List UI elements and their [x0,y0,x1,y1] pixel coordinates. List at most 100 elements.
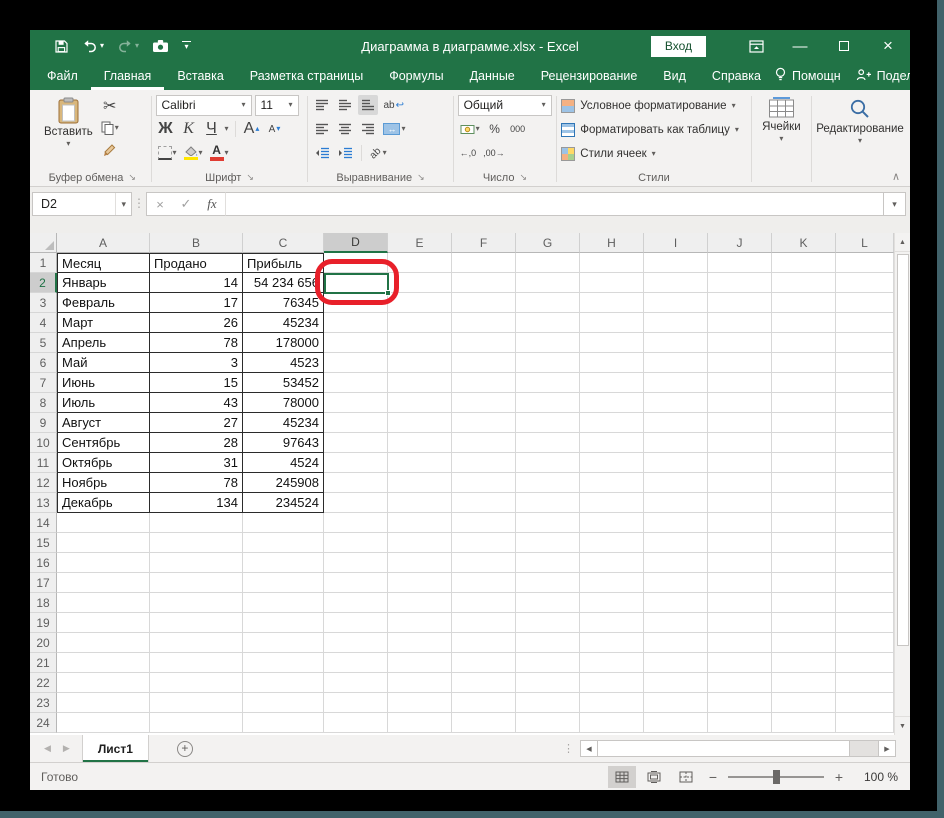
align-left-button[interactable] [312,119,332,139]
cell-G4[interactable] [516,313,580,333]
row-header-13[interactable]: 13 [30,493,57,513]
cell-J24[interactable] [708,713,772,733]
row-header-12[interactable]: 12 [30,473,57,493]
row-header-18[interactable]: 18 [30,593,57,613]
cell-C6[interactable]: 4523 [243,353,324,373]
cell-D8[interactable] [324,393,388,413]
tab-вид[interactable]: Вид [650,62,699,90]
cell-I9[interactable] [644,413,708,433]
cell-H1[interactable] [580,253,644,273]
cell-C8[interactable]: 78000 [243,393,324,413]
cell-C18[interactable] [243,593,324,613]
cell-D20[interactable] [324,633,388,653]
cell-G14[interactable] [516,513,580,533]
cell-K18[interactable] [772,593,836,613]
cell-D21[interactable] [324,653,388,673]
percent-style-button[interactable]: % [485,119,505,139]
horizontal-scrollbar[interactable]: ⋮ ◀ ▶ [563,735,910,762]
cell-B8[interactable]: 43 [150,393,243,413]
cell-C4[interactable]: 45234 [243,313,324,333]
row-header-10[interactable]: 10 [30,433,57,453]
cell-I20[interactable] [644,633,708,653]
paste-dropdown-icon[interactable]: ▾ [66,140,70,148]
cell-G11[interactable] [516,453,580,473]
cell-E8[interactable] [388,393,452,413]
cell-J11[interactable] [708,453,772,473]
cell-I19[interactable] [644,613,708,633]
cell-H4[interactable] [580,313,644,333]
cell-K14[interactable] [772,513,836,533]
cell-B4[interactable]: 26 [150,313,243,333]
cell-H22[interactable] [580,673,644,693]
cell-B7[interactable]: 15 [150,373,243,393]
cell-I5[interactable] [644,333,708,353]
cell-J23[interactable] [708,693,772,713]
cell-F22[interactable] [452,673,516,693]
grow-font-button[interactable]: А▴ [242,119,262,139]
align-bottom-button[interactable] [358,95,378,115]
format-as-table-button[interactable]: Форматировать как таблицу▾ [561,118,746,142]
cell-L11[interactable] [836,453,894,473]
row-header-2[interactable]: 2 [30,273,57,293]
cell-G18[interactable] [516,593,580,613]
cell-L16[interactable] [836,553,894,573]
cell-I14[interactable] [644,513,708,533]
tab-главная[interactable]: Главная [91,62,165,90]
cell-F4[interactable] [452,313,516,333]
scroll-down-icon[interactable]: ▼ [895,716,910,735]
copy-button[interactable]: ▾ [99,118,121,138]
cell-D24[interactable] [324,713,388,733]
cell-D14[interactable] [324,513,388,533]
cell-F3[interactable] [452,293,516,313]
cell-J3[interactable] [708,293,772,313]
cell-K12[interactable] [772,473,836,493]
cell-L7[interactable] [836,373,894,393]
tab-рецензирование[interactable]: Рецензирование [528,62,651,90]
cell-C24[interactable] [243,713,324,733]
italic-button[interactable]: К [179,119,199,139]
zoom-out-button[interactable]: − [702,769,724,785]
cell-C16[interactable] [243,553,324,573]
row-header-21[interactable]: 21 [30,653,57,673]
cell-I24[interactable] [644,713,708,733]
cell-C15[interactable] [243,533,324,553]
cell-E11[interactable] [388,453,452,473]
cell-L14[interactable] [836,513,894,533]
row-header-15[interactable]: 15 [30,533,57,553]
cell-D16[interactable] [324,553,388,573]
cell-A9[interactable]: Август [57,413,150,433]
cell-J10[interactable] [708,433,772,453]
cell-J7[interactable] [708,373,772,393]
cell-G6[interactable] [516,353,580,373]
row-header-17[interactable]: 17 [30,573,57,593]
cell-E20[interactable] [388,633,452,653]
cell-G15[interactable] [516,533,580,553]
cell-C12[interactable]: 245908 [243,473,324,493]
cell-E10[interactable] [388,433,452,453]
cell-K4[interactable] [772,313,836,333]
cell-H19[interactable] [580,613,644,633]
dialog-launcher-icon[interactable]: ↘ [519,173,527,182]
vertical-scrollbar-thumb[interactable] [897,254,909,646]
cell-I11[interactable] [644,453,708,473]
column-header-E[interactable]: E [388,233,452,253]
name-box-dropdown-icon[interactable]: ▾ [115,193,131,215]
conditional-formatting-button[interactable]: Условное форматирование▾ [561,94,746,118]
cell-K22[interactable] [772,673,836,693]
cell-B17[interactable] [150,573,243,593]
cell-I17[interactable] [644,573,708,593]
cell-F24[interactable] [452,713,516,733]
cell-I21[interactable] [644,653,708,673]
cell-J12[interactable] [708,473,772,493]
cell-H11[interactable] [580,453,644,473]
cell-C20[interactable] [243,633,324,653]
cell-D7[interactable] [324,373,388,393]
cell-D12[interactable] [324,473,388,493]
cell-A4[interactable]: Март [57,313,150,333]
column-header-J[interactable]: J [708,233,772,253]
cell-L22[interactable] [836,673,894,693]
zoom-in-button[interactable]: + [828,769,850,785]
cell-G7[interactable] [516,373,580,393]
vertical-scrollbar[interactable]: ▲ ▼ [894,233,910,735]
cell-H10[interactable] [580,433,644,453]
